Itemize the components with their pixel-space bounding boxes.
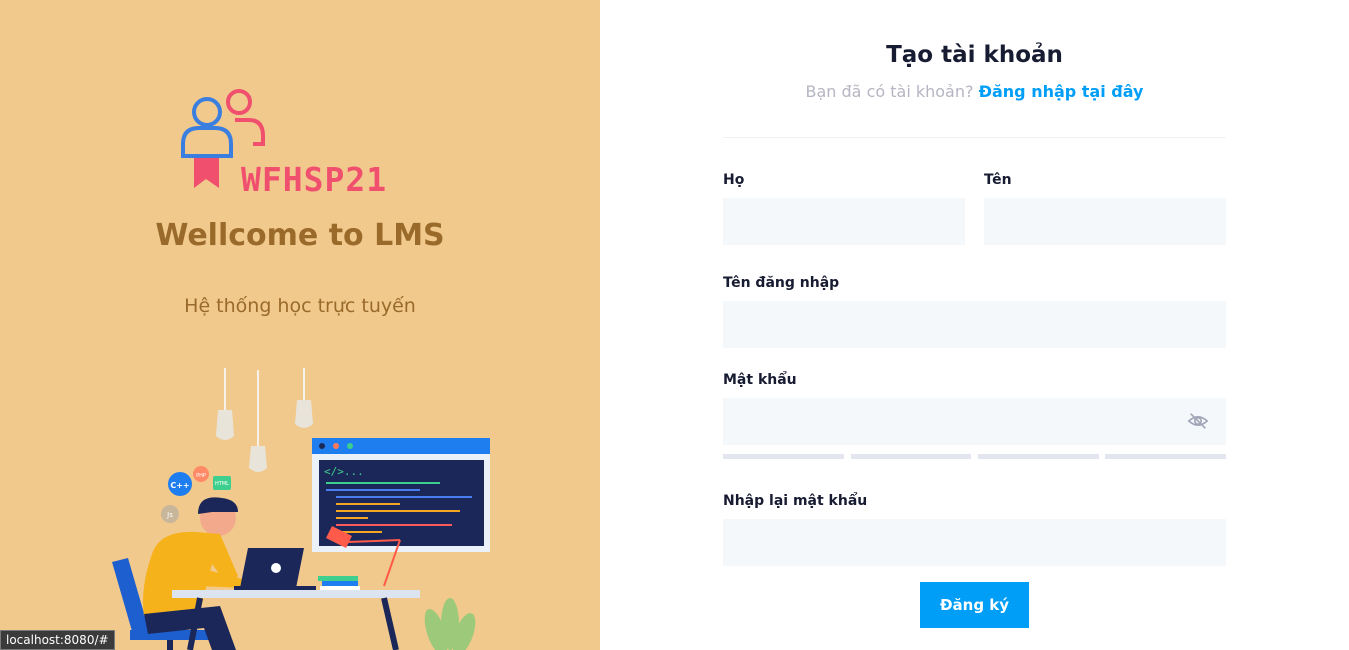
welcome-heading: Wellcome to LMS [155,218,445,253]
last-name-input[interactable] [984,198,1226,245]
developer-illustration: </>... C++ PHP HTML Js [112,368,490,650]
welcome-subtitle: Hệ thống học trực tuyến [184,295,416,317]
login-link[interactable]: Đăng nhập tại đây [979,82,1144,101]
password-strength-segment [978,454,1099,459]
form-title: Tạo tài khoản [886,42,1063,68]
password-strength-segment [851,454,971,459]
welcome-panel: WFHSP21 Wellcome to LMS Hệ thống học trự… [0,0,600,650]
confirm-password-input[interactable] [723,519,1226,566]
first-name-label: Họ [723,172,745,188]
eye-slash-icon[interactable] [1187,410,1209,432]
has-account-text: Bạn đã có tài khoản? [805,82,974,101]
signup-panel: Tạo tài khoản Bạn đã có tài khoản? Đăng … [600,0,1349,650]
code-prompt: </>... [324,465,364,478]
password-input[interactable] [723,398,1226,445]
last-name-label: Tên [984,172,1012,188]
username-input[interactable] [723,301,1226,348]
password-label: Mật khẩu [723,372,797,388]
username-label: Tên đăng nhập [723,275,840,291]
divider [723,137,1226,138]
php-badge: PHP [196,473,206,479]
confirm-password-label: Nhập lại mật khẩu [723,493,868,509]
first-name-input[interactable] [723,198,965,245]
password-strength-segment [723,454,844,459]
html-badge: HTML [215,481,229,487]
brand-logo-text: WFHSP21 [241,160,388,199]
cpp-badge: C++ [170,481,189,490]
status-bar-url: localhost:8080/# [0,630,115,650]
has-account-line: Bạn đã có tài khoản? Đăng nhập tại đây [600,82,1349,101]
password-strength-segment [1105,454,1226,459]
register-button[interactable]: Đăng ký [920,582,1029,628]
js-badge: Js [166,511,173,519]
